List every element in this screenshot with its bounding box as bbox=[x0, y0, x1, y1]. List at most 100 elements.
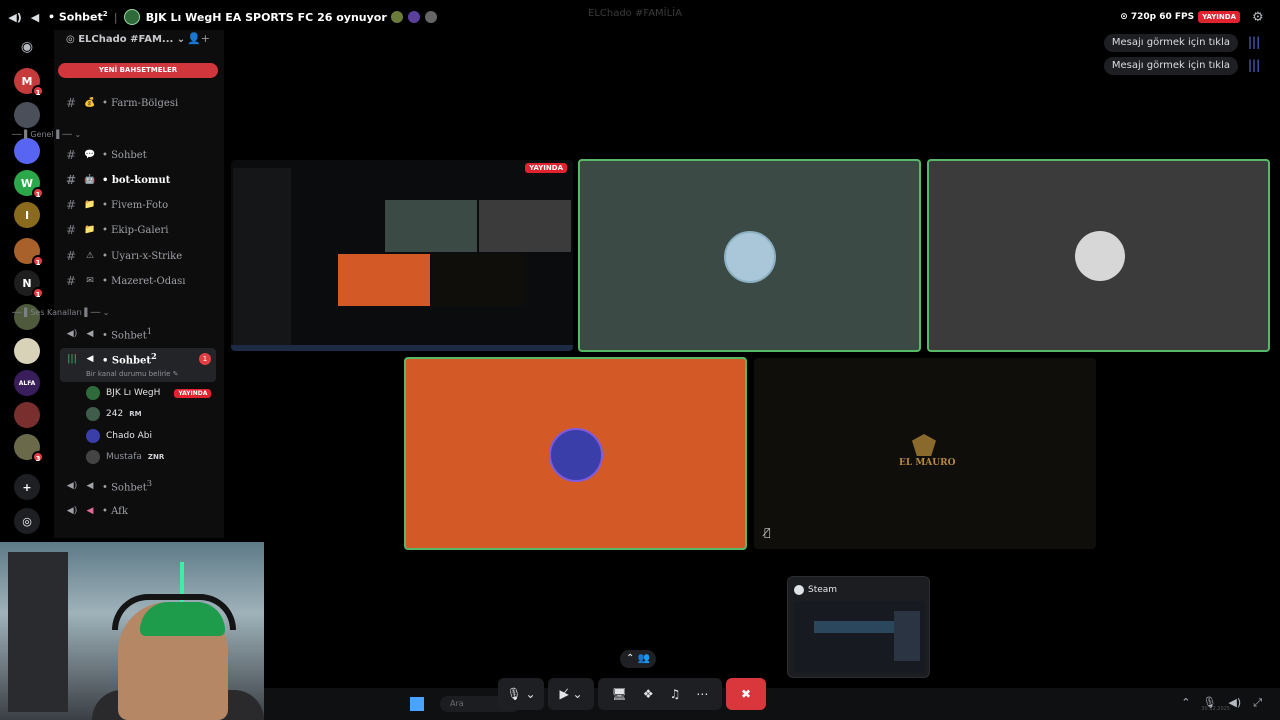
voice-user[interactable]: 242 RM bbox=[86, 406, 142, 422]
server-icon[interactable]: 1 bbox=[14, 238, 44, 267]
server-icon[interactable]: ALFA bbox=[14, 370, 40, 396]
muted-mic-icon: 🎙̸ bbox=[764, 526, 771, 539]
live-badge: YAYINDA bbox=[1198, 11, 1240, 23]
text-channel[interactable]: # 📁 • Fivem-Foto bbox=[66, 196, 168, 214]
channel-emoji: 🤖 bbox=[84, 175, 96, 185]
speaker-icon: ◀) bbox=[66, 481, 78, 491]
screen-share-icon[interactable]: 🖥 bbox=[612, 687, 627, 701]
steam-icon bbox=[794, 585, 804, 595]
avatar bbox=[86, 386, 100, 400]
participant-tile-2[interactable] bbox=[927, 159, 1270, 352]
voice-channel-sohbet3[interactable]: ◀) ◀ • Sohbet3 bbox=[66, 477, 152, 495]
server-label: M bbox=[21, 74, 33, 88]
muted-speaker-icon: ◀ bbox=[86, 506, 94, 516]
text-channel[interactable]: # 💬 • Sohbet bbox=[66, 146, 147, 164]
voice-user[interactable]: Chado Abi bbox=[86, 428, 152, 444]
channel-status-input[interactable]: Bir kanal durumu belirle ✎ bbox=[86, 370, 179, 378]
participant-tile-1[interactable] bbox=[578, 159, 921, 352]
server-label: ALFA bbox=[18, 379, 36, 387]
text-channel[interactable]: # 💰 • Farm-Bölgesi bbox=[66, 94, 178, 112]
expand-participants-button[interactable]: ⌃ 👥 bbox=[620, 650, 656, 668]
mic-button[interactable]: 🎙 ⌄ bbox=[498, 678, 544, 710]
category-voice[interactable]: ── ▌Ses Kanalları ▌── ⌄ bbox=[12, 308, 109, 317]
preview-tile bbox=[479, 200, 571, 252]
voice-user[interactable]: BJK Lı WegH YAYINDA bbox=[86, 385, 212, 401]
fullscreen-icon[interactable]: ⤢ bbox=[1253, 696, 1262, 710]
user-name: BJK Lı WegH bbox=[106, 388, 161, 398]
steam-window-preview[interactable]: Steam bbox=[787, 576, 930, 678]
server-icon[interactable]: W1 bbox=[14, 170, 44, 199]
settings-icon[interactable]: ⚙ bbox=[1252, 10, 1268, 26]
speaker-icon: ◀ bbox=[86, 329, 94, 339]
screen-share-tile[interactable]: YAYINDA bbox=[231, 160, 573, 351]
hash-icon: # bbox=[66, 223, 77, 237]
server-icon[interactable] bbox=[14, 402, 40, 428]
message-pill-1[interactable]: Mesajı görmek için tıkla bbox=[1103, 34, 1238, 52]
add-server-icon[interactable]: + bbox=[14, 474, 40, 500]
text-channel[interactable]: # ⚠ • Uyarı-x-Strike bbox=[66, 247, 182, 265]
participant-tile-4[interactable]: EL MAURO 🎙̸ bbox=[754, 358, 1096, 549]
wolf-logo bbox=[912, 434, 936, 456]
notification-badge: 3 bbox=[32, 451, 44, 463]
windows-start-icon[interactable] bbox=[410, 697, 424, 711]
server-label: W bbox=[20, 176, 34, 190]
disconnect-button[interactable]: ✖ bbox=[726, 678, 766, 710]
discord-home-icon[interactable]: ◉ bbox=[14, 34, 40, 60]
server-name[interactable]: ◎ ELChado #FAM... ⌄ bbox=[66, 34, 185, 45]
text-channel[interactable]: # ✉ • Mazeret-Odası bbox=[66, 272, 185, 290]
server-icon[interactable]: N1 bbox=[14, 270, 44, 299]
server-icon[interactable] bbox=[14, 138, 40, 164]
activities-icon[interactable]: ❖ bbox=[643, 687, 654, 701]
notification-badge: 1 bbox=[32, 187, 44, 199]
avatar bbox=[86, 407, 100, 421]
activity-text: BJK Lı WegH EA SPORTS FC 26 oynuyor bbox=[145, 10, 387, 24]
user-tag: RM bbox=[129, 410, 142, 418]
soundboard-icon[interactable]: ♫ bbox=[670, 687, 681, 701]
participant-tile-3[interactable] bbox=[404, 357, 747, 550]
voice-channel-sohbet2[interactable]: ||| ◀ • Sohbet2 bbox=[66, 350, 157, 368]
channel-name: • Mazeret-Odası bbox=[102, 275, 186, 287]
top-bar: ◀) ◀ • Sohbet2 | BJK Lı WegH EA SPORTS F… bbox=[0, 0, 1280, 34]
explore-icon[interactable]: ◎ bbox=[14, 508, 40, 534]
chevron-up-icon[interactable]: ⌃ bbox=[1181, 696, 1190, 710]
notification-badge: 1 bbox=[32, 255, 44, 267]
message-pill-2[interactable]: Mesajı görmek için tıkla bbox=[1103, 57, 1238, 75]
background-shelf bbox=[8, 552, 68, 712]
channel-name: • Farm-Bölgesi bbox=[102, 97, 179, 109]
hash-icon: # bbox=[66, 173, 77, 187]
streamer-webcam bbox=[0, 542, 264, 720]
server-icon[interactable] bbox=[14, 338, 40, 364]
user-tag: ZNR bbox=[147, 453, 165, 461]
streamer-avatar[interactable] bbox=[123, 9, 140, 25]
camera-button[interactable]: ▶̸ ⌄ bbox=[548, 678, 594, 710]
channel-emoji: 💰 bbox=[84, 98, 96, 108]
channel-emoji: ⚠ bbox=[85, 251, 95, 261]
server-icon[interactable]: M1 bbox=[14, 68, 44, 97]
activity-icon-1 bbox=[389, 10, 404, 24]
user-name: Chado Abi bbox=[106, 431, 152, 441]
volume-icon[interactable]: ◀) bbox=[1228, 696, 1241, 710]
preview-tile bbox=[385, 200, 477, 252]
preview-sidebar bbox=[233, 168, 291, 348]
server-icon[interactable] bbox=[14, 102, 40, 128]
server-label: I bbox=[24, 208, 30, 222]
server-icon[interactable]: I bbox=[14, 202, 40, 228]
voice-user[interactable]: Mustafa ZNR bbox=[86, 449, 164, 465]
text-channel[interactable]: # 📁 • Ekip-Galeri bbox=[66, 221, 168, 239]
audio-wave-icon: ||| bbox=[1248, 58, 1261, 72]
category-general[interactable]: ── ▌Genel ▌── ⌄ bbox=[12, 130, 81, 139]
text-channel[interactable]: # 🤖 • bot-komut bbox=[66, 171, 170, 189]
avatar bbox=[86, 429, 100, 443]
preview-taskbar bbox=[231, 345, 573, 351]
invite-icon[interactable]: 👤+ bbox=[187, 32, 210, 45]
windows-taskbar: Ara ⌃ 🎙 ◀) ⤢ 30.12.2025 bbox=[264, 688, 1280, 720]
voice-channel-afk[interactable]: ◀) ◀ • Afk bbox=[66, 502, 128, 520]
notification-badge: 1 bbox=[32, 287, 44, 299]
voice-channel-sohbet1[interactable]: ◀) ◀ • Sohbet1 bbox=[66, 325, 152, 343]
more-icon[interactable]: ⋯ bbox=[696, 687, 708, 701]
new-mentions-banner[interactable]: YENİ BAHSETMELER bbox=[58, 63, 218, 78]
voice-channel-icon[interactable]: ◀) bbox=[8, 10, 22, 24]
channel-emoji: ✉ bbox=[86, 276, 94, 286]
server-icon[interactable]: 3 bbox=[14, 434, 44, 463]
activity-icon-2 bbox=[406, 10, 421, 24]
